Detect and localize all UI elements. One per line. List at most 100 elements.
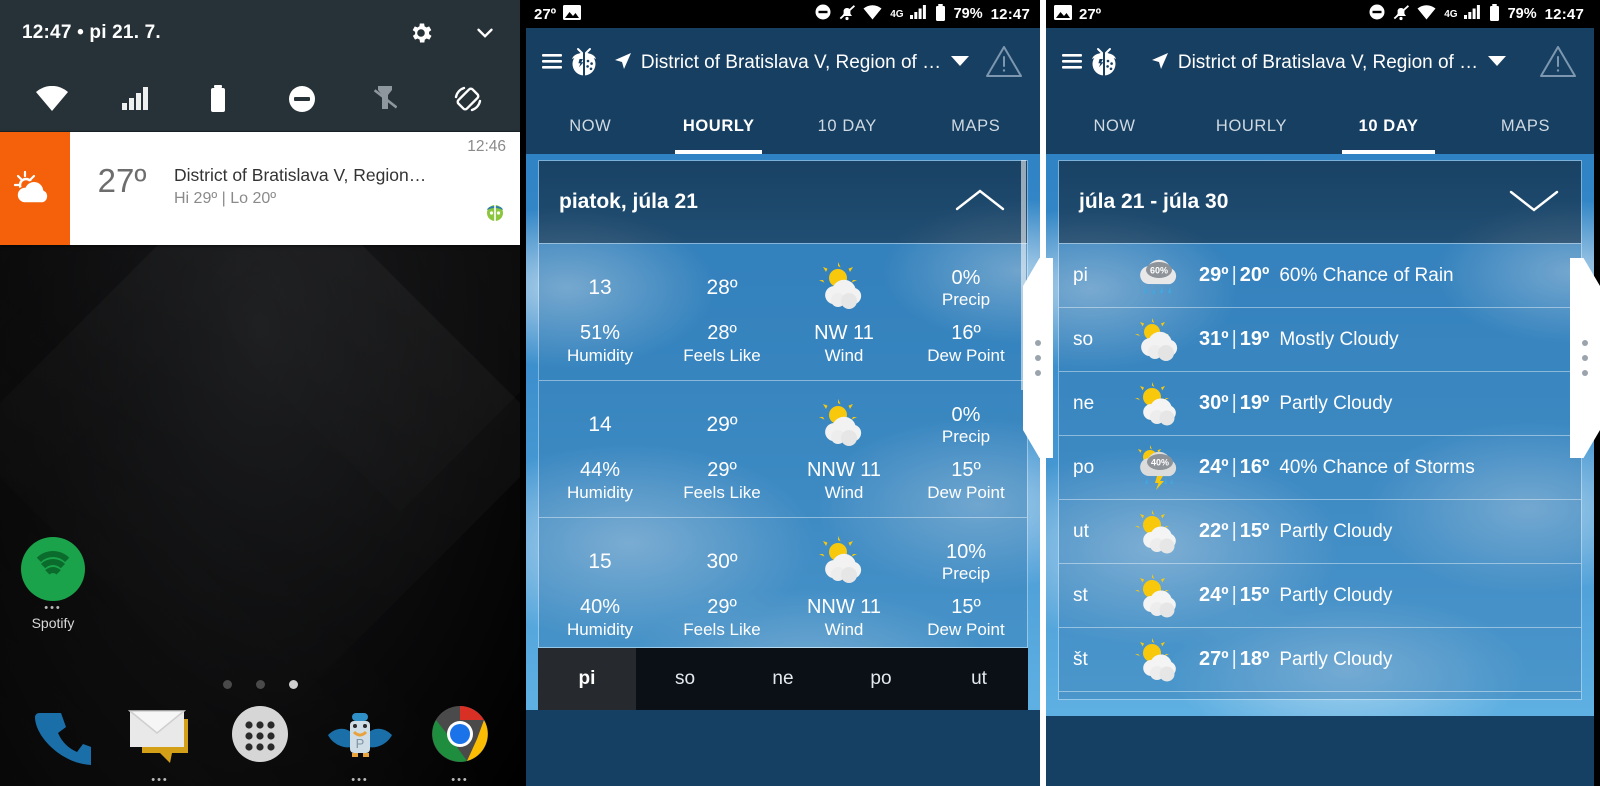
tenday-row[interactable]: st 24º | 15º Partly Cloudy [1059, 563, 1581, 627]
wind-label: Wind [824, 483, 864, 502]
hour-precip: 0% Precip [905, 404, 1027, 447]
do-not-disturb-icon[interactable] [280, 79, 324, 119]
navigation-arrow-icon [614, 52, 632, 75]
hour-temp: 29º [706, 413, 738, 436]
dock-item-pushbullet[interactable]: P ••• [318, 703, 402, 785]
menu-and-logo[interactable] [1062, 45, 1120, 82]
tenday-row[interactable]: pi 60% 29º | 20º 60% Chance of Rain [1059, 243, 1581, 307]
dock-item-all-apps[interactable] [218, 703, 302, 770]
chevron-up-icon[interactable] [953, 185, 1007, 220]
hourly-row[interactable]: 15 30º 10% Precip 40% Humidity 29º Feels… [539, 517, 1027, 647]
wifi-icon[interactable] [30, 79, 74, 119]
battery-icon[interactable] [196, 79, 240, 119]
weatherbug-10day-panel: 27º 4G 79% 12:47 District of Bratislava … [1040, 0, 1594, 786]
app-badge-dots: ••• [451, 773, 469, 786]
chevron-down-icon[interactable] [1487, 54, 1507, 73]
app-badge-dots: ••• [151, 773, 169, 786]
hourly-row[interactable]: 14 29º 0% Precip 44% Humidity 29º Feels … [539, 380, 1027, 517]
tab-maps[interactable]: MAPS [912, 98, 1041, 154]
notification-title: District of Bratislava V, Region… [174, 165, 427, 185]
feels-like-label: Feels Like [683, 346, 761, 365]
low-temp: 15º [1239, 520, 1270, 542]
chevron-down-icon[interactable] [950, 54, 970, 73]
weather-notification[interactable]: 27º District of Bratislava V, Region… Hi… [0, 132, 520, 245]
condition-description: Partly Cloudy [1279, 392, 1393, 414]
precip-value: 0% [951, 403, 981, 426]
day-tab-pi[interactable]: pi [538, 648, 636, 710]
day-tab-ne[interactable]: ne [734, 648, 832, 710]
precip-label: Precip [941, 563, 991, 583]
auto-rotate-icon[interactable] [446, 79, 490, 119]
flashlight-off-icon[interactable] [363, 79, 407, 119]
low-temp: 15º [1239, 584, 1270, 606]
system-status-bar: 27º 4G 79% 12:47 [526, 0, 1040, 28]
notification-subtitle: Hi 29º | Lo 20º [174, 189, 277, 207]
dew-point-value: 15º [951, 596, 981, 618]
tenday-card-header[interactable]: júla 21 - júla 30 [1059, 161, 1581, 243]
split-window-handle-right[interactable] [1570, 258, 1600, 458]
dock-item-phone[interactable] [18, 703, 102, 770]
dew-point-value: 15º [951, 459, 981, 481]
tenday-row[interactable]: št 27º | 18º Partly Cloudy [1059, 627, 1581, 691]
wind-label: Wind [824, 346, 864, 365]
gear-icon[interactable] [408, 20, 434, 46]
day-tab-po[interactable]: po [832, 648, 930, 710]
wifi-icon [1417, 4, 1436, 24]
high-temp: 31º [1199, 328, 1229, 350]
day-tab-so[interactable]: so [636, 648, 734, 710]
tab-10day[interactable]: 10 DAY [1320, 98, 1457, 154]
cellular-signal-icon [909, 4, 927, 24]
tab-now[interactable]: NOW [1046, 98, 1183, 154]
dock-item-chrome[interactable]: ••• [418, 703, 502, 785]
temp-separator: | [1231, 520, 1237, 542]
app-badge-dots: ••• [351, 773, 369, 786]
tenday-row-partial[interactable] [1059, 691, 1581, 699]
high-temp: 30º [1199, 392, 1229, 414]
hamburger-menu-icon[interactable] [542, 49, 564, 78]
dock-item-messaging[interactable]: ••• [118, 703, 202, 785]
tenday-row[interactable]: so 31º | 19º Mostly Cloudy [1059, 307, 1581, 371]
homescreen-app-spotify[interactable]: ••• Spotify [10, 537, 96, 631]
day-label: so [1073, 328, 1094, 350]
tab-10day[interactable]: 10 DAY [783, 98, 912, 154]
hourly-card-title: piatok, júla 21 [559, 190, 698, 213]
menu-and-logo[interactable] [542, 45, 600, 82]
location-name: District of Bratislava V, Region of … [1177, 52, 1479, 73]
notification-temperature: 27º [97, 162, 147, 199]
warning-triangle-icon[interactable] [1538, 43, 1578, 84]
tenday-row[interactable]: po 40% 24º | 16º 40% Chance of Storms [1059, 435, 1581, 499]
hour-label: 14 [588, 413, 612, 436]
hour-temp: 28º [706, 276, 738, 299]
statusbar-temp: 27º [534, 5, 557, 23]
tab-now[interactable]: NOW [526, 98, 655, 154]
partly-cloudy-icon [1125, 636, 1199, 684]
svg-text:P: P [356, 736, 365, 751]
day-tab-ut[interactable]: ut [930, 648, 1028, 710]
dew-point-label: Dew Point [927, 620, 1005, 639]
tab-maps[interactable]: MAPS [1457, 98, 1594, 154]
notification-icon-area [0, 132, 70, 245]
hamburger-menu-icon[interactable] [1062, 49, 1084, 78]
tab-hourly[interactable]: HOURLY [1183, 98, 1320, 154]
split-window-handle-left[interactable] [1023, 258, 1053, 458]
humidity-value: 51% [579, 322, 621, 344]
location-selector[interactable]: District of Bratislava V, Region of … [600, 52, 984, 75]
warning-triangle-icon[interactable] [984, 43, 1024, 84]
cellular-signal-icon[interactable] [113, 79, 157, 119]
shade-header: 12:47 • pi 21. 7. [0, 0, 520, 66]
condition-description: Partly Cloudy [1279, 648, 1393, 670]
photo-icon [1054, 4, 1072, 24]
hourly-row[interactable]: 13 28º 0% Precip 51% Humidity 28º Feels … [539, 243, 1027, 380]
condition-description: Mostly Cloudy [1279, 328, 1399, 350]
notification-time: 12:46 [467, 138, 506, 155]
chevron-down-icon[interactable] [472, 20, 498, 46]
tenday-row[interactable]: ne 30º | 19º Partly Cloudy [1059, 371, 1581, 435]
tab-hourly[interactable]: HOURLY [655, 98, 784, 154]
hourly-card-header[interactable]: piatok, júla 21 [539, 161, 1027, 243]
high-temp: 22º [1199, 520, 1229, 542]
chevron-down-icon[interactable] [1507, 185, 1561, 220]
temp-separator: | [1231, 648, 1237, 670]
wind-value: NNW 11 [806, 596, 882, 618]
location-selector[interactable]: District of Bratislava V, Region of … [1120, 52, 1538, 75]
tenday-row[interactable]: ut 22º | 15º Partly Cloudy [1059, 499, 1581, 563]
